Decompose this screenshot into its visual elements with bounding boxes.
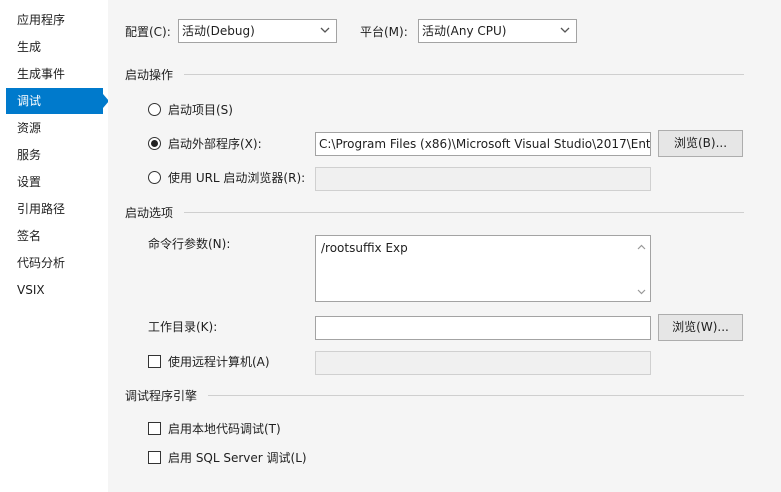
sidebar-item-services[interactable]: 服务 xyxy=(6,142,103,168)
sidebar-item-code-analysis[interactable]: 代码分析 xyxy=(6,250,103,276)
start-project-label[interactable]: 启动项目(S) xyxy=(168,102,233,118)
cmd-args-textarea[interactable]: /rootsuffix Exp xyxy=(315,235,651,302)
config-select-value: 活动(Debug) xyxy=(182,24,255,38)
section-divider xyxy=(184,74,744,75)
platform-select[interactable]: 活动(Any CPU) xyxy=(418,19,577,43)
remote-machine-input[interactable] xyxy=(315,351,651,375)
start-external-label[interactable]: 启动外部程序(X): xyxy=(168,136,262,152)
cmd-args-label: 命令行参数(N): xyxy=(148,237,231,251)
sidebar-item-reference-paths[interactable]: 引用路径 xyxy=(6,196,103,222)
browser-url-input[interactable] xyxy=(315,167,651,191)
start-browser-radio[interactable] xyxy=(148,171,161,184)
sidebar-item-build[interactable]: 生成 xyxy=(6,34,103,60)
remote-machine-label[interactable]: 使用远程计算机(A) xyxy=(168,354,270,370)
sidebar-item-signing[interactable]: 签名 xyxy=(6,223,103,249)
platform-select-value: 活动(Any CPU) xyxy=(422,24,507,38)
sql-debug-label[interactable]: 启用 SQL Server 调试(L) xyxy=(168,450,307,466)
sidebar-nav: 应用程序 生成 生成事件 调试 资源 服务 设置 引用路径 签名 代码分析 VS… xyxy=(0,0,109,492)
platform-label: 平台(M): xyxy=(360,25,408,39)
scroll-down-icon[interactable] xyxy=(637,284,646,298)
sql-debug-checkbox[interactable] xyxy=(148,451,161,464)
scroll-up-icon[interactable] xyxy=(637,239,646,253)
start-action-title: 启动操作 xyxy=(125,68,174,82)
cmd-args-value: /rootsuffix Exp xyxy=(321,241,408,255)
working-dir-input[interactable] xyxy=(315,316,651,340)
native-debug-checkbox[interactable] xyxy=(148,422,161,435)
chevron-down-icon xyxy=(560,23,570,37)
sidebar-item-build-events[interactable]: 生成事件 xyxy=(6,61,103,87)
debug-properties-panel: 配置(C): 活动(Debug) 平台(M): 活动(Any CPU) 启动操作… xyxy=(108,0,781,492)
debugger-engines-title: 调试程序引擎 xyxy=(125,389,198,403)
sidebar-item-resources[interactable]: 资源 xyxy=(6,115,103,141)
sidebar-item-vsix[interactable]: VSIX xyxy=(6,277,103,303)
browse-working-dir-button[interactable]: 浏览(W)... xyxy=(658,314,743,341)
sidebar-item-application[interactable]: 应用程序 xyxy=(6,7,103,33)
section-divider xyxy=(184,212,744,213)
start-browser-label[interactable]: 使用 URL 启动浏览器(R): xyxy=(168,170,305,186)
config-select[interactable]: 活动(Debug) xyxy=(178,19,337,43)
native-debug-label[interactable]: 启用本地代码调试(T) xyxy=(168,421,281,437)
start-options-title: 启动选项 xyxy=(125,206,174,220)
start-project-radio[interactable] xyxy=(148,103,161,116)
section-divider xyxy=(208,395,744,396)
start-external-radio[interactable] xyxy=(148,137,161,150)
sidebar-item-debug[interactable]: 调试 xyxy=(6,88,109,114)
config-label: 配置(C): xyxy=(125,25,171,39)
remote-machine-checkbox[interactable] xyxy=(148,355,161,368)
browse-program-button[interactable]: 浏览(B)... xyxy=(658,130,743,157)
external-program-input[interactable]: C:\Program Files (x86)\Microsoft Visual … xyxy=(315,132,651,156)
sidebar-item-settings[interactable]: 设置 xyxy=(6,169,103,195)
chevron-down-icon xyxy=(320,23,330,37)
working-dir-label: 工作目录(K): xyxy=(148,320,218,334)
